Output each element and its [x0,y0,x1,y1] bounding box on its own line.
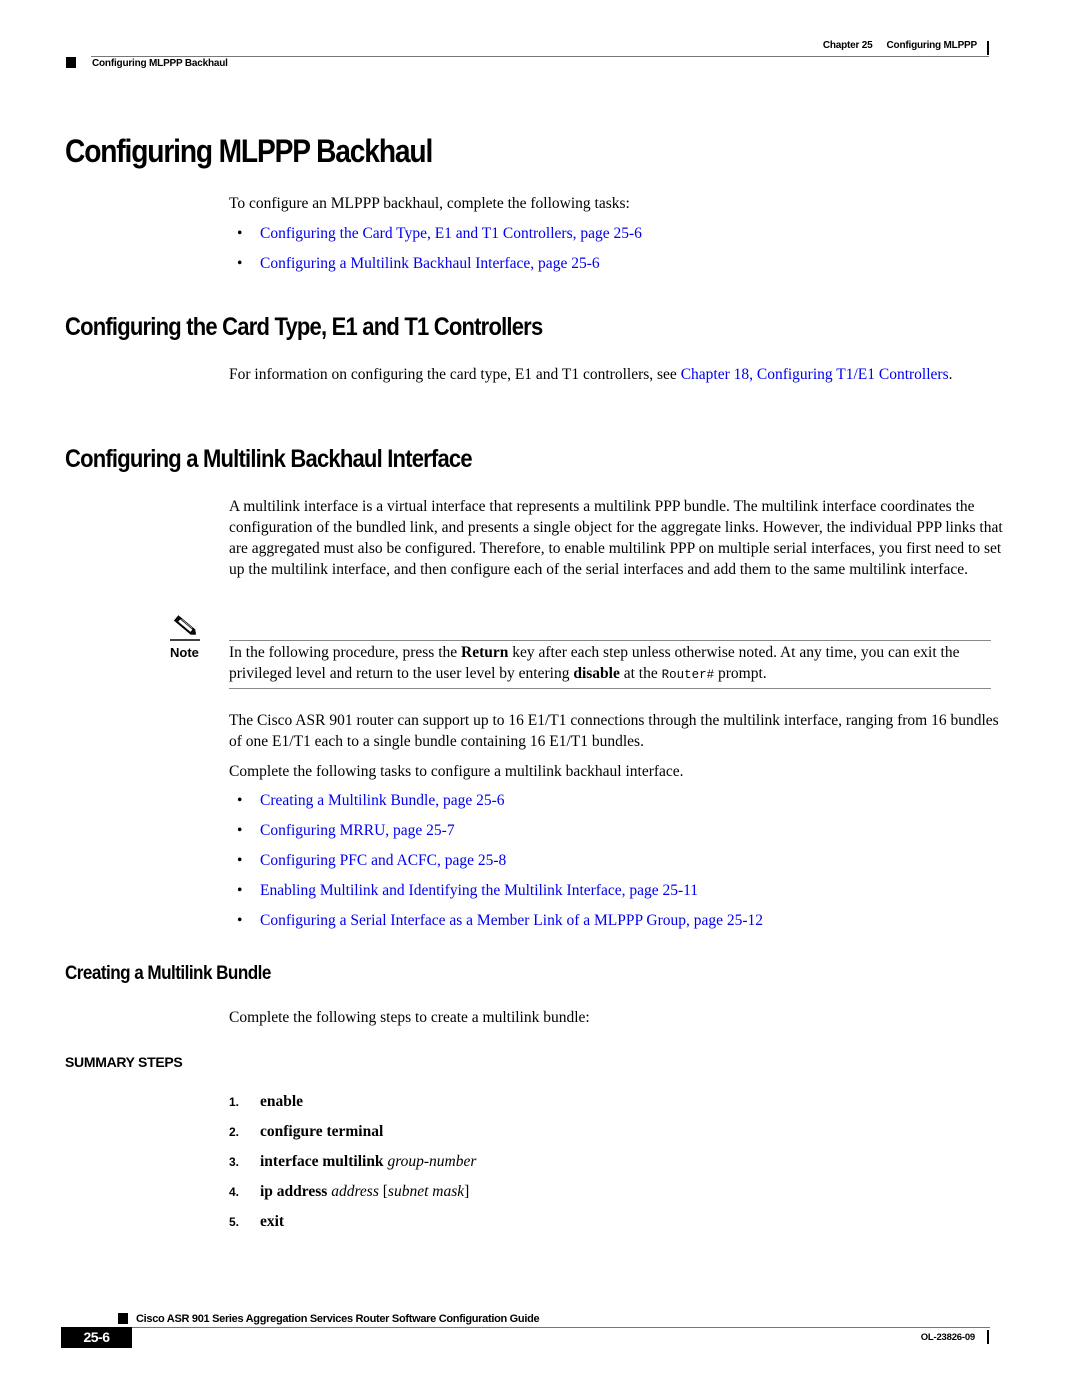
footer-marker [118,1313,128,1324]
step-argument-optional: subnet mask [387,1183,465,1200]
bullet-icon: • [237,225,243,242]
step-command: ip address [260,1183,328,1200]
summary-step: 3. interface multilink group-number [229,1151,476,1173]
summary-steps-label: SUMMARY STEPS [65,1054,183,1070]
summary-step: 4. ip address address [subnet mask] [229,1181,469,1203]
step-number: 5. [229,1215,240,1229]
multilink-paragraph: A multilink interface is a virtual inter… [229,498,1003,578]
header-marker [66,57,76,68]
note-text-part: at the [619,665,662,682]
bullet-icon: • [237,852,243,869]
section-heading-card-type: Configuring the Card Type, E1 and T1 Con… [65,313,543,341]
link-enabling-multilink[interactable]: Enabling Multilink and Identifying the M… [260,882,698,899]
note-cmd-disable: disable [573,665,620,682]
step-command: interface multilink [260,1153,384,1170]
section-heading-multilink: Configuring a Multilink Backhaul Interfa… [65,445,473,473]
footer-rule [118,1327,990,1328]
subsection-heading-bundle: Creating a Multilink Bundle [65,963,271,984]
step-command: enable [260,1093,304,1110]
summary-step: 2. configure terminal [229,1121,383,1143]
note-prompt-code: Router# [661,668,715,682]
summary-step: 1. enable [229,1091,303,1113]
task-link-item: • Enabling Multilink and Identifying the … [237,880,698,901]
document-id: OL-23826-09 [920,1332,976,1343]
note-rule-bottom [229,688,991,689]
link-multilink-backhaul[interactable]: Configuring a Multilink Backhaul Interfa… [260,255,600,272]
footer-guide-title: Cisco ASR 901 Series Aggregation Service… [136,1313,540,1325]
footer-bar [987,1330,989,1344]
intro-link-item: • Configuring the Card Type, E1 and T1 Co… [237,223,642,244]
page-title: Configuring MLPPP Backhaul [65,133,433,169]
task-link-item: • Configuring PFC and ACFC, page 25-8 [237,850,506,871]
step-command: configure terminal [260,1123,384,1140]
chapter-number: Chapter 25 [822,40,873,51]
step-number: 4. [229,1185,240,1199]
note-key-return: Return [461,644,509,661]
bundle-intro: Complete the following steps to create a… [229,1009,590,1026]
task-link-item: • Configuring a Serial Interface as a Mem… [237,910,763,931]
note-label: Note [170,645,199,660]
card-type-paragraph: For information on configuring the card … [229,364,1009,385]
link-mrru[interactable]: Configuring MRRU, page 25-7 [260,822,455,839]
card-type-text-end: . [948,366,953,383]
step-number: 3. [229,1155,240,1169]
note-text-part: In the following procedure, press the [229,644,462,661]
link-pfc-acfc[interactable]: Configuring PFC and ACFC, page 25-8 [260,852,506,869]
step-argument: group-number [387,1153,477,1170]
intro-text: To configure an MLPPP backhaul, complete… [229,195,630,212]
header-rule [91,56,989,57]
step-number: 2. [229,1125,240,1139]
task-link-item: • Configuring MRRU, page 25-7 [237,820,455,841]
bullet-icon: • [237,255,243,272]
running-header-section: Configuring MLPPP Backhaul [92,58,228,69]
tasks-intro: Complete the following tasks to configur… [229,763,684,780]
summary-step: 5. exit [229,1211,284,1233]
page-number: 25-6 [61,1327,132,1348]
capacity-paragraph: The Cisco ASR 901 router can support up … [229,712,999,750]
bullet-icon: • [237,912,243,929]
bracket-close: ] [464,1183,470,1200]
bullet-icon: • [237,792,243,809]
bullet-icon: • [237,882,243,899]
step-number: 1. [229,1095,240,1109]
step-command: exit [260,1213,285,1230]
link-creating-bundle[interactable]: Creating a Multilink Bundle, page 25-6 [260,792,505,809]
note-text-part: prompt. [714,665,767,682]
link-serial-member[interactable]: Configuring a Serial Interface as a Memb… [260,912,763,929]
note-rule-top [229,640,991,641]
header-bar [987,41,989,55]
bullet-icon: • [237,822,243,839]
pencil-note-icon [170,614,200,642]
task-link-item: • Creating a Multilink Bundle, page 25-6 [237,790,505,811]
card-type-text: For information on configuring the card … [229,366,681,383]
link-card-type[interactable]: Configuring the Card Type, E1 and T1 Con… [260,225,642,242]
intro-link-item: • Configuring a Multilink Backhaul Interf… [237,253,600,274]
link-chapter-18[interactable]: Chapter 18, Configuring T1/E1 Controller… [681,366,949,383]
step-argument: address [331,1183,379,1200]
chapter-title: Configuring MLPPP [886,40,978,51]
running-header-chapter: Chapter 25 Configuring MLPPP [823,40,977,51]
note-text: In the following procedure, press the Re… [229,642,999,686]
